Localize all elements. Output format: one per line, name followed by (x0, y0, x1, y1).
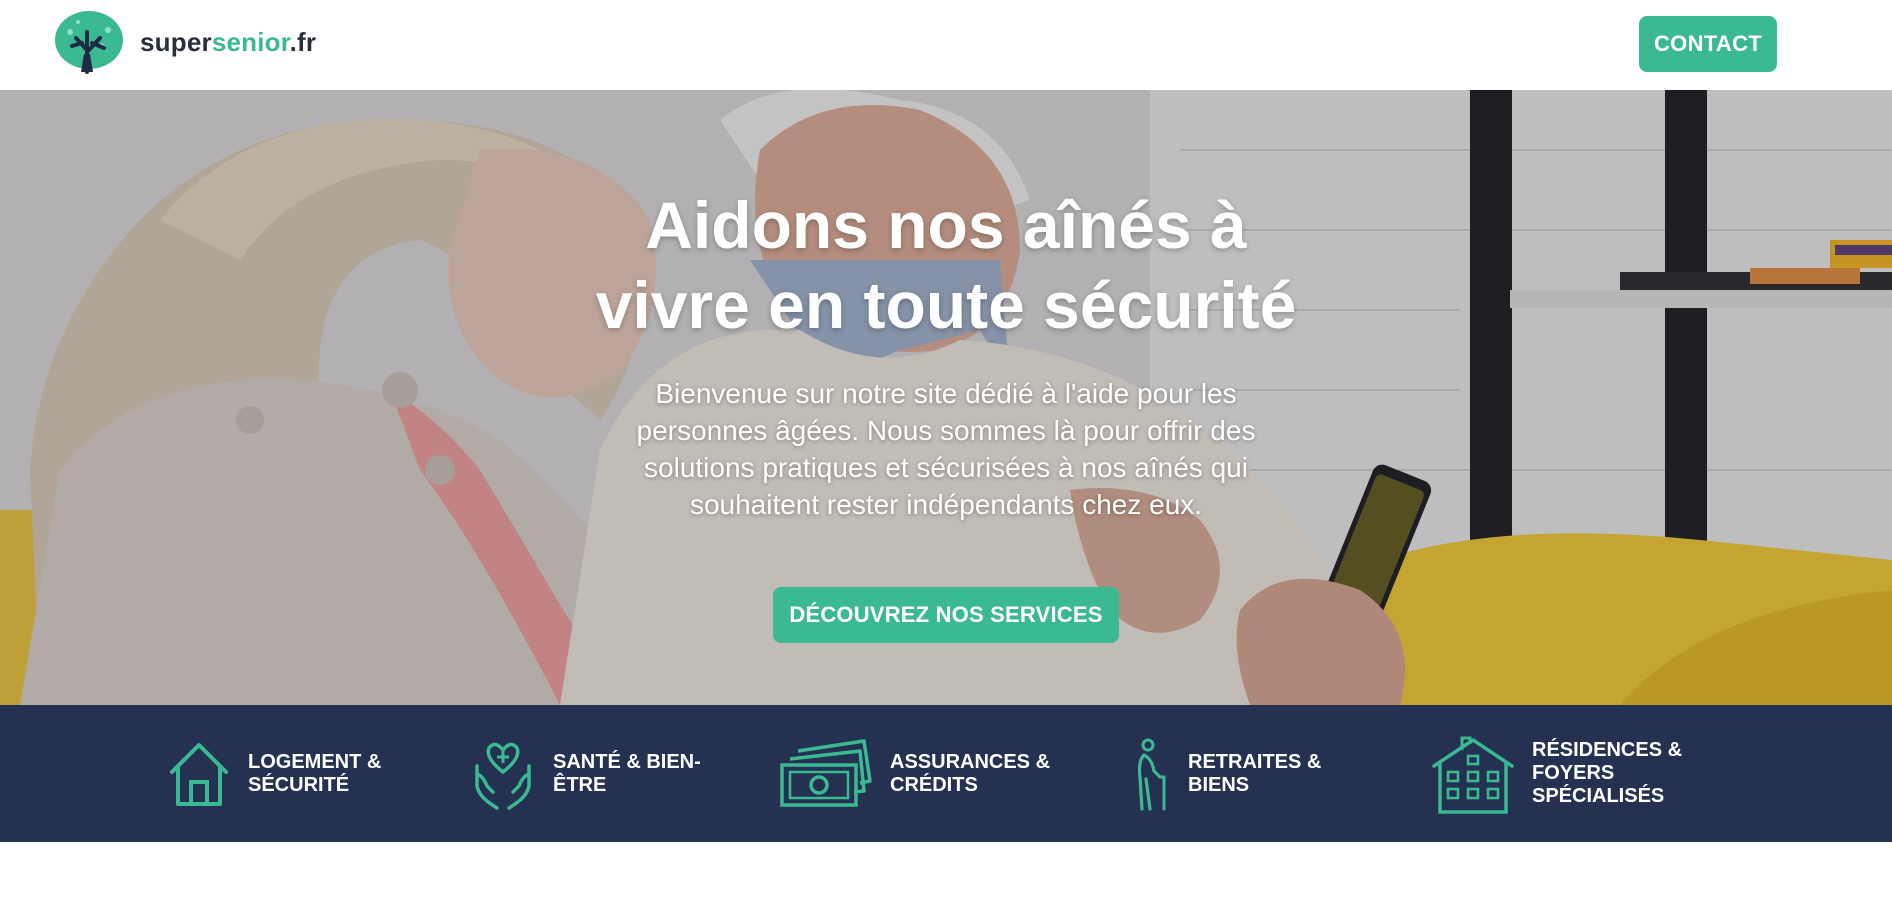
service-label-line-2: SÉCURITÉ (248, 773, 350, 796)
heart-hands-icon (475, 742, 531, 810)
elderly-person-icon (1137, 738, 1166, 811)
site-header: supersenior.fr CONTACT (0, 0, 1892, 90)
logo-text-senior: senior (211, 26, 290, 57)
service-label-line-1: SANTÉ & BIEN- (553, 750, 701, 773)
service-retraites-biens[interactable]: RETRAITES & BIENS (1132, 705, 1321, 842)
hero-intro-line-1: Bienvenue sur notre site dédié à l'aide … (655, 378, 1237, 409)
service-label-line-1: LOGEMENT & (248, 750, 382, 773)
service-label: LOGEMENT & SÉCURITÉ (248, 751, 381, 797)
service-label-line-1: ASSURANCES & (890, 750, 1051, 773)
logo-text: supersenior.fr (140, 27, 316, 58)
services-bar: LOGEMENT & SÉCURITÉ SANTÉ & BIEN- ÊTRE A… (0, 705, 1892, 842)
building-icon (1432, 736, 1514, 814)
service-label-line-2: BIENS (1188, 773, 1250, 796)
contact-button[interactable]: CONTACT (1639, 16, 1777, 72)
hero-intro-text: Bienvenue sur notre site dédié à l'aide … (586, 375, 1306, 523)
service-sante-bien-etre[interactable]: SANTÉ & BIEN- ÊTRE (471, 705, 701, 842)
hero-intro-line-4: souhaitent rester indépendants chez eux. (689, 489, 1203, 520)
service-label: RETRAITES & BIENS (1188, 751, 1321, 797)
hero-intro-line-3: solutions pratiques et sécurisées à nos … (644, 452, 1248, 483)
service-label-line-2: ÊTRE (553, 773, 607, 796)
service-label-line-2: CRÉDITS (890, 773, 978, 796)
service-label: SANTÉ & BIEN- ÊTRE (553, 751, 701, 797)
hero-section: Aidons nos aînés à vivre en toute sécuri… (0, 90, 1892, 705)
house-icon (170, 742, 228, 806)
hero-title: Aidons nos aînés à vivre en toute sécuri… (0, 185, 1892, 345)
hero-title-line-1: Aidons nos aînés à (645, 188, 1247, 262)
service-label: ASSURANCES & CRÉDITS (890, 751, 1050, 797)
hero-intro-line-2: personnes âgées. Nous sommes là pour off… (636, 415, 1256, 446)
service-label-line-1: RETRAITES & (1188, 750, 1322, 773)
service-assurances-credits[interactable]: ASSURANCES & CRÉDITS (780, 705, 1050, 842)
hero-title-line-2: vivre en toute sécurité (595, 268, 1297, 342)
site-logo[interactable]: supersenior.fr (54, 10, 316, 74)
service-label-line-2: FOYERS (1532, 762, 1615, 784)
service-residences-foyers[interactable]: RÉSIDENCES & FOYERS SPÉCIALISÉS (1432, 705, 1682, 842)
service-label: RÉSIDENCES & FOYERS SPÉCIALISÉS (1532, 739, 1682, 808)
discover-services-button[interactable]: DÉCOUVREZ NOS SERVICES (773, 587, 1119, 643)
money-icon (780, 738, 872, 807)
service-logement-securite[interactable]: LOGEMENT & SÉCURITÉ (168, 705, 381, 842)
logo-text-super: super (140, 26, 212, 57)
service-label-line-3: SPÉCIALISÉS (1532, 785, 1665, 807)
service-label-line-1: RÉSIDENCES & (1532, 739, 1683, 761)
tree-logo-icon (55, 11, 123, 74)
logo-text-domain: .fr (289, 26, 317, 57)
